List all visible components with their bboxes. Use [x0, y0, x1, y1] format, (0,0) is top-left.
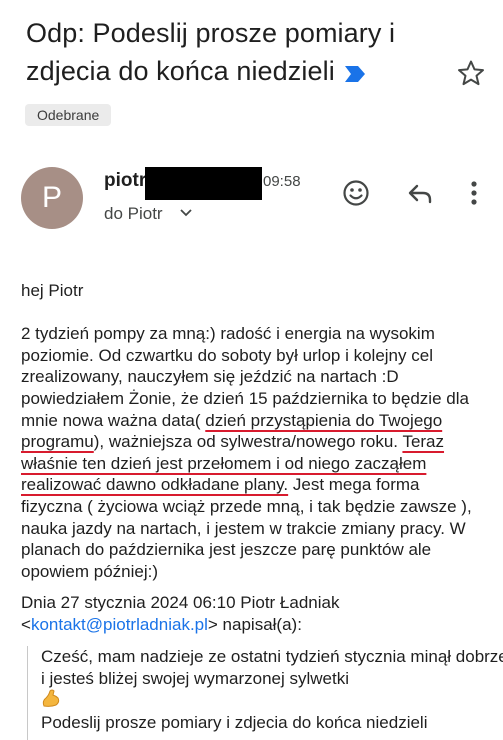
more-vert-icon[interactable]	[458, 177, 490, 209]
body-text-2: ), ważniejsza od sylwestra/nowego roku.	[93, 432, 403, 452]
lt-sign: <	[21, 614, 31, 634]
email-body: hej Piotr 2 tydzień pompy za mną:) radoś…	[21, 280, 483, 582]
recipient[interactable]: do Piotr	[104, 203, 163, 225]
flexed-biceps-emoji	[41, 689, 503, 712]
subject-text: Odp: Podeslij prosze pomiary i zdjecia d…	[26, 18, 396, 86]
quote-header-prefix: Dnia 27 stycznia 2024 06:10 Piotr Ładnia…	[21, 593, 340, 612]
timestamp: 09:58	[263, 173, 301, 190]
greeting: hej Piotr	[21, 281, 84, 300]
sender-name[interactable]: piotr	[104, 169, 146, 193]
reply-icon[interactable]	[404, 177, 436, 209]
star-icon[interactable]	[456, 58, 486, 88]
quote-line-1-text: Cześć, mam nadzieje ze ostatni tydzień s…	[41, 647, 503, 688]
important-marker-icon[interactable]	[343, 65, 367, 83]
quote-line-2: Podeslij prosze pomiary i zdjecia do koń…	[41, 712, 428, 732]
email-link[interactable]: kontakt@piotrladniak.pl	[31, 615, 208, 634]
avatar[interactable]: P	[21, 167, 83, 229]
quote-header: Dnia 27 stycznia 2024 06:10 Piotr Ładnia…	[21, 592, 491, 635]
redaction-block	[145, 167, 262, 200]
quote-line-1: Cześć, mam nadzieje ze ostatni tydzień s…	[41, 646, 503, 689]
label-chip[interactable]: Odebrane	[25, 104, 112, 126]
chevron-down-icon[interactable]	[179, 208, 193, 218]
body-paragraph: 2 tydzień pompy za mną:) radość i energi…	[21, 323, 483, 582]
quote-header-suffix: > napisał(a):	[207, 614, 302, 634]
email-subject: Odp: Podeslij prosze pomiary i zdjecia d…	[26, 14, 446, 90]
smiley-icon[interactable]	[340, 177, 372, 209]
quoted-message: Cześć, mam nadzieje ze ostatni tydzień s…	[27, 646, 503, 740]
